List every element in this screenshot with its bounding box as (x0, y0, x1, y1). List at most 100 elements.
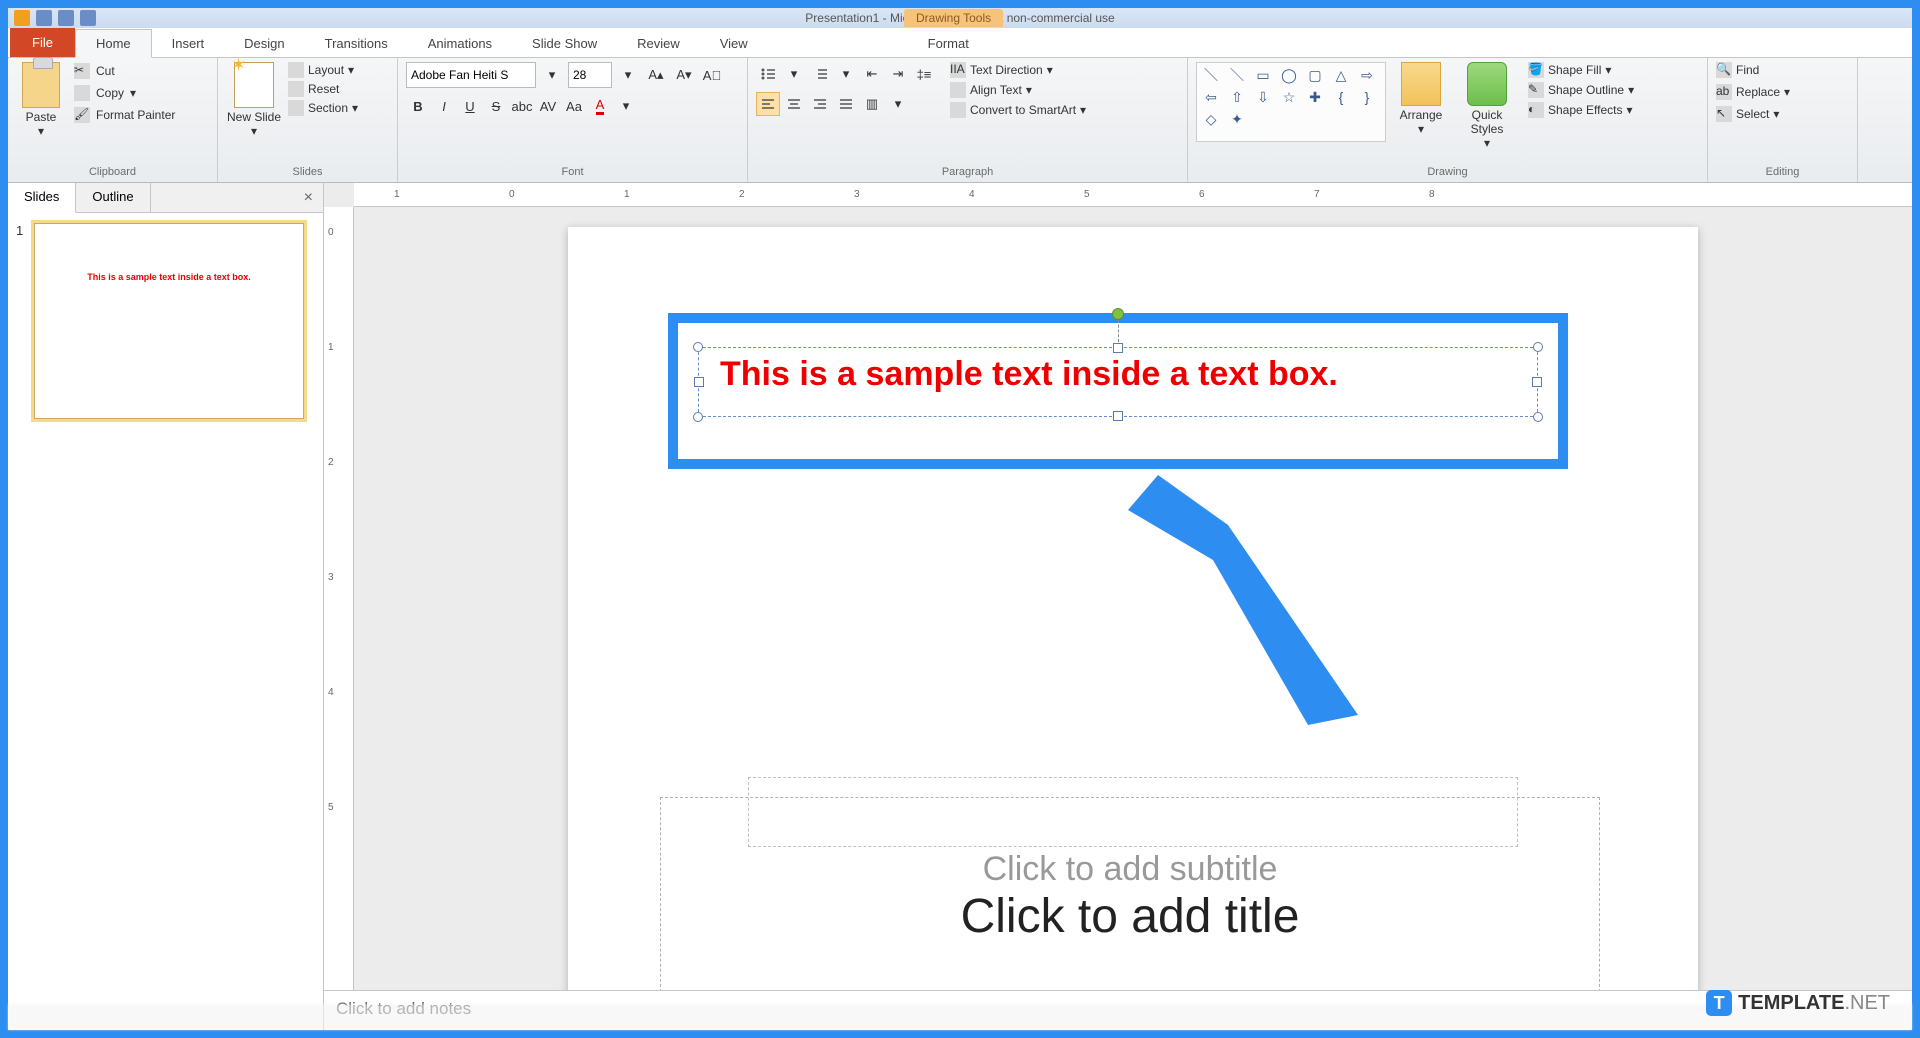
find-button[interactable]: 🔍Find (1716, 62, 1849, 78)
decrease-indent-button[interactable]: ⇤ (860, 62, 884, 86)
redo-icon[interactable] (80, 10, 96, 26)
shape-rrect-icon[interactable]: ▢ (1305, 67, 1325, 83)
align-right-button[interactable] (808, 92, 832, 116)
resize-handle-tl[interactable] (693, 342, 703, 352)
tab-review[interactable]: Review (617, 30, 700, 57)
tab-format[interactable]: Format (908, 30, 989, 57)
shape-effects-button[interactable]: ◐Shape Effects ▾ (1528, 102, 1634, 118)
shape-tri-icon[interactable]: △ (1331, 67, 1351, 83)
shape-star-icon[interactable]: ☆ (1279, 89, 1299, 105)
shape-arrow-d-icon[interactable]: ⇩ (1253, 89, 1273, 105)
grow-font-button[interactable]: A▴ (644, 63, 668, 87)
shape-plus-icon[interactable]: ✚ (1305, 89, 1325, 105)
quick-styles-button[interactable]: Quick Styles ▾ (1456, 62, 1518, 150)
shape-arrow-l-icon[interactable]: ⇦ (1201, 89, 1221, 105)
shape-brace-icon[interactable]: { (1331, 89, 1351, 105)
align-left-button[interactable] (756, 92, 780, 116)
columns-button[interactable]: ▥ (860, 92, 884, 116)
change-case-button[interactable]: Aa (562, 94, 586, 118)
replace-button[interactable]: abReplace ▾ (1716, 84, 1849, 100)
align-text-button[interactable]: Align Text ▾ (950, 82, 1086, 98)
increase-indent-button[interactable]: ⇥ (886, 62, 910, 86)
layout-label: Layout (308, 63, 344, 77)
resize-handle-tm[interactable] (1113, 343, 1123, 353)
textbox-content[interactable]: This is a sample text inside a text box. (720, 355, 1338, 394)
justify-button[interactable] (834, 92, 858, 116)
panel-close-icon[interactable]: × (294, 183, 323, 212)
reset-button[interactable]: Reset (288, 81, 358, 97)
resize-handle-bl[interactable] (693, 412, 703, 422)
tab-home[interactable]: Home (75, 29, 152, 58)
paste-dropdown-icon[interactable]: ▾ (16, 124, 66, 138)
slide-canvas[interactable]: This is a sample text inside a text box.… (354, 207, 1912, 990)
font-color-dropdown-icon[interactable]: ▾ (614, 94, 638, 118)
tab-transitions[interactable]: Transitions (305, 30, 408, 57)
tab-file[interactable]: File (10, 28, 75, 57)
font-color-button[interactable]: A (588, 94, 612, 118)
numbering-dropdown-icon[interactable]: ▾ (834, 62, 858, 86)
format-painter-button[interactable]: 🖌Format Painter (72, 106, 177, 124)
italic-button[interactable]: I (432, 94, 456, 118)
shape-arrow-r-icon[interactable]: ⇨ (1357, 67, 1377, 83)
title-placeholder[interactable]: Click to add subtitle Click to add title (660, 797, 1600, 990)
slide[interactable]: This is a sample text inside a text box.… (568, 227, 1698, 990)
bullets-dropdown-icon[interactable]: ▾ (782, 62, 806, 86)
tab-animations[interactable]: Animations (408, 30, 512, 57)
align-center-button[interactable] (782, 92, 806, 116)
font-name-dropdown-icon[interactable]: ▾ (540, 63, 564, 87)
shape-oval-icon[interactable]: ◯ (1279, 67, 1299, 83)
text-shadow-button[interactable]: abc (510, 94, 534, 118)
section-button[interactable]: Section ▾ (288, 100, 358, 116)
cut-button[interactable]: ✂Cut (72, 62, 177, 80)
resize-handle-mr[interactable] (1532, 377, 1542, 387)
quick-styles-dropdown-icon[interactable]: ▾ (1456, 136, 1518, 150)
convert-smartart-button[interactable]: Convert to SmartArt ▾ (950, 102, 1086, 118)
numbering-button[interactable] (808, 62, 832, 86)
font-size-dropdown-icon[interactable]: ▾ (616, 63, 640, 87)
tab-design[interactable]: Design (224, 30, 304, 57)
strikethrough-button[interactable]: S (484, 94, 508, 118)
bold-button[interactable]: B (406, 94, 430, 118)
shape-outline-button[interactable]: ✎Shape Outline ▾ (1528, 82, 1634, 98)
shape-line2-icon[interactable]: ＼ (1227, 67, 1247, 83)
rotate-handle[interactable] (1112, 308, 1124, 320)
font-size-input[interactable] (568, 62, 612, 88)
char-spacing-button[interactable]: AV (536, 94, 560, 118)
undo-icon[interactable] (58, 10, 74, 26)
shape-burst-icon[interactable]: ✦ (1227, 111, 1247, 127)
resize-handle-tr[interactable] (1533, 342, 1543, 352)
bullets-button[interactable] (756, 62, 780, 86)
font-name-input[interactable] (406, 62, 536, 88)
resize-handle-br[interactable] (1533, 412, 1543, 422)
shape-callout-icon[interactable]: ◇ (1201, 111, 1221, 127)
slide-thumbnail-1[interactable]: 1 This is a sample text inside a text bo… (16, 223, 315, 419)
tab-view[interactable]: View (700, 30, 768, 57)
panel-tab-outline[interactable]: Outline (76, 183, 150, 212)
arrange-dropdown-icon[interactable]: ▾ (1390, 122, 1452, 136)
shape-brace2-icon[interactable]: } (1357, 89, 1377, 105)
resize-handle-bm[interactable] (1113, 411, 1123, 421)
layout-button[interactable]: Layout ▾ (288, 62, 358, 78)
clear-formatting-button[interactable]: A⃠ (700, 63, 724, 87)
line-spacing-button[interactable]: ‡≡ (912, 62, 936, 86)
columns-dropdown-icon[interactable]: ▾ (886, 92, 910, 116)
text-direction-button[interactable]: IIAText Direction ▾ (950, 62, 1086, 78)
underline-button[interactable]: U (458, 94, 482, 118)
shape-fill-button[interactable]: 🪣Shape Fill ▾ (1528, 62, 1634, 78)
new-slide-button[interactable]: New Slide ▾ (226, 62, 282, 138)
copy-button[interactable]: Copy ▾ (72, 84, 177, 102)
arrange-button[interactable]: Arrange ▾ (1390, 62, 1452, 136)
shapes-gallery[interactable]: ＼ ＼ ▭ ◯ ▢ △ ⇨ ⇦ ⇧ ⇩ ☆ ✚ { } ◇ ✦ (1196, 62, 1386, 142)
select-button[interactable]: ↖Select ▾ (1716, 106, 1849, 122)
shape-arrow-u-icon[interactable]: ⇧ (1227, 89, 1247, 105)
tab-insert[interactable]: Insert (152, 30, 225, 57)
paste-button[interactable]: Paste ▾ (16, 62, 66, 138)
shape-rect-icon[interactable]: ▭ (1253, 67, 1273, 83)
resize-handle-ml[interactable] (694, 377, 704, 387)
shape-line-icon[interactable]: ＼ (1201, 67, 1221, 83)
panel-tab-slides[interactable]: Slides (8, 183, 76, 213)
save-icon[interactable] (36, 10, 52, 26)
shrink-font-button[interactable]: A▾ (672, 63, 696, 87)
new-slide-dropdown-icon[interactable]: ▾ (226, 124, 282, 138)
tab-slideshow[interactable]: Slide Show (512, 30, 617, 57)
